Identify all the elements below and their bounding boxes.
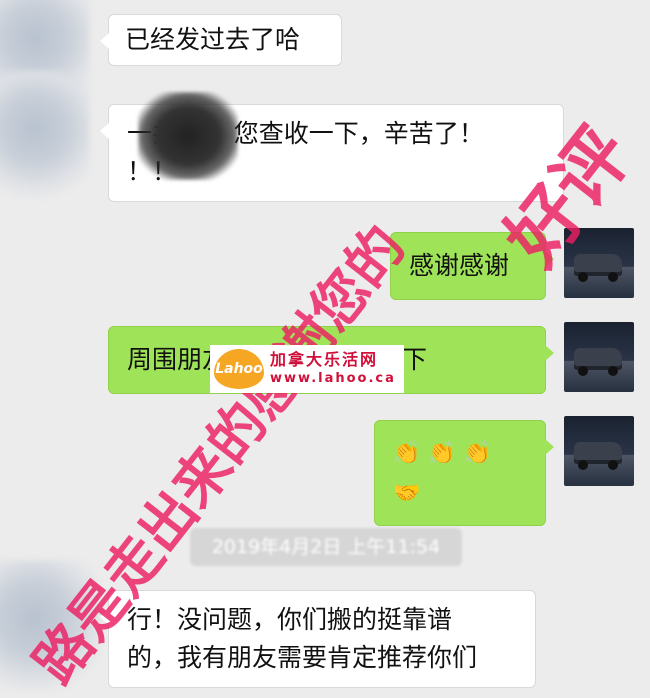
avatar[interactable] — [564, 416, 634, 486]
handshake-icon: 🤝 — [393, 481, 421, 506]
stamp-name: 加拿大乐活网 — [270, 350, 379, 369]
incoming-message[interactable]: 行！没问题，你们搬的挺靠谱 的，我有朋友需要肯定推荐你们 — [100, 590, 536, 688]
avatar[interactable] — [0, 70, 90, 200]
clap-hands-icon: 👏 — [393, 441, 421, 466]
incoming-message[interactable]: 已经发过去了哈 — [100, 14, 342, 66]
avatar[interactable] — [564, 322, 634, 392]
message-text: 已经发过去了哈 — [125, 25, 301, 54]
clap-hands-icon: 👏 — [428, 441, 456, 466]
message-text: 行！没问题，你们搬的挺靠谱 — [127, 605, 453, 634]
site-stamp: Lahoo 加拿大乐活网 www.lahoo.ca — [210, 345, 404, 393]
timestamp: 2019年4月2日 上午11:54 — [190, 528, 462, 566]
message-text: 感谢感谢 — [409, 251, 510, 280]
outgoing-message[interactable]: 👏 👏 👏 🤝 — [374, 420, 554, 526]
stamp-url: www.lahoo.ca — [270, 371, 396, 386]
message-text: 的，我有朋友需要肯定推荐你们 — [127, 643, 478, 672]
redaction-scribble — [138, 92, 238, 180]
clap-hands-icon: 👏 — [463, 441, 492, 466]
lahoo-logo-icon: Lahoo — [214, 349, 264, 389]
